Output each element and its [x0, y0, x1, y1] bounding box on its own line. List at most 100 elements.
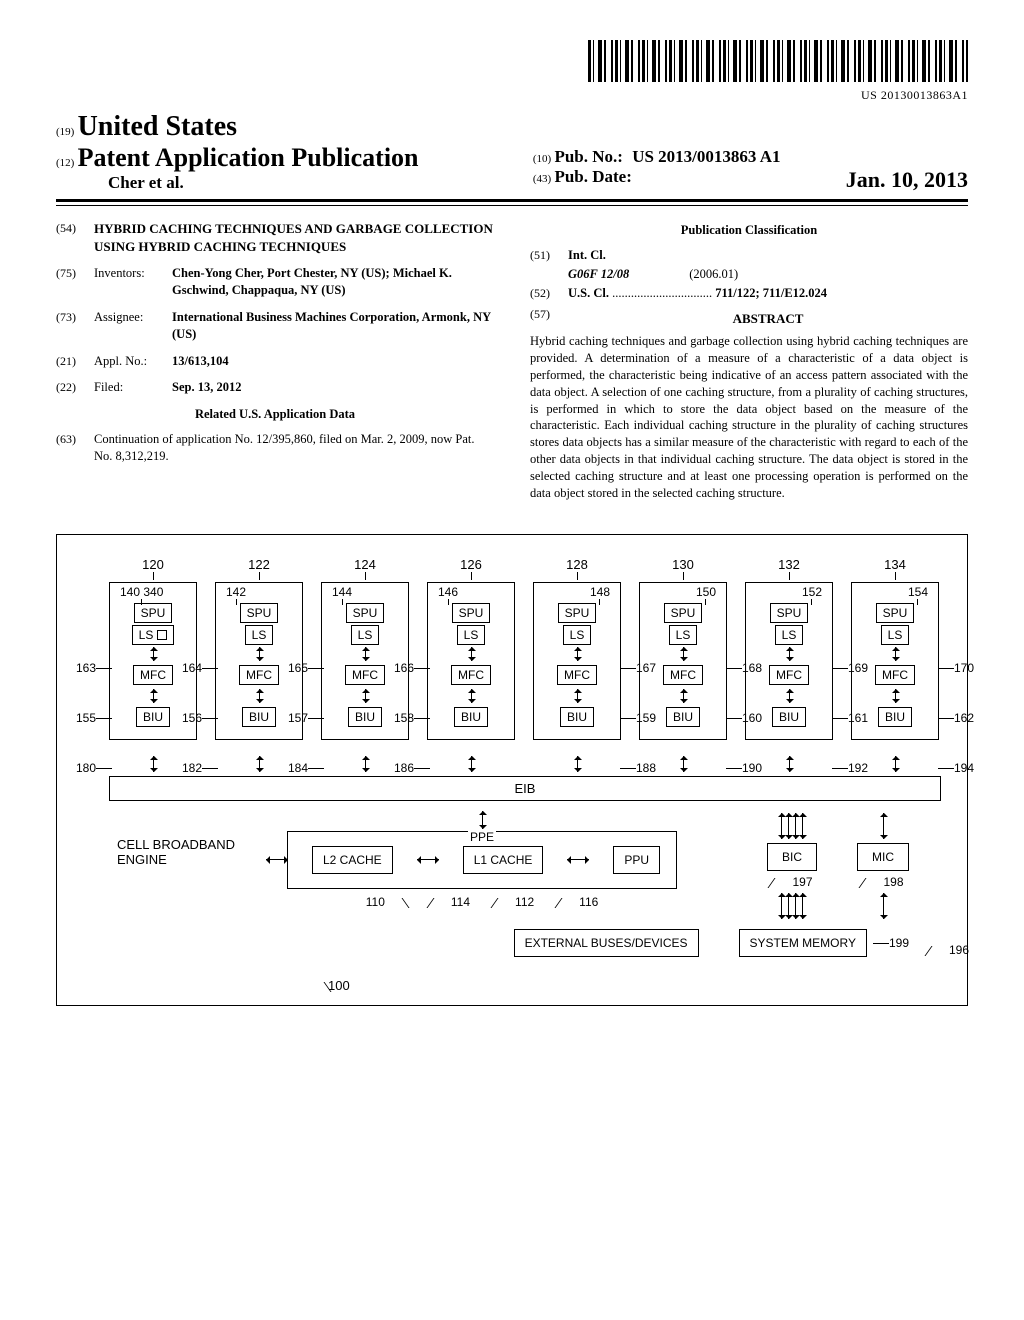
biblio-columns: (54) HYBRID CACHING TECHNIQUES AND GARBA…	[56, 220, 968, 508]
right-column: Publication Classification (51) Int. Cl.…	[530, 220, 968, 508]
applno-code: (21)	[56, 353, 94, 370]
bic-num: 197	[792, 875, 812, 889]
mfc-num: 162	[938, 711, 974, 725]
ppe-label: PPE	[468, 830, 496, 844]
biu-box: BIU	[666, 707, 700, 727]
pubno: US 2013/0013863 A1	[632, 147, 780, 166]
invention-title: HYBRID CACHING TECHNIQUES AND GARBAGE CO…	[94, 220, 494, 255]
biu-num: 186	[394, 761, 430, 775]
inventors-label: Inventors:	[94, 265, 172, 299]
ls-num: 166	[394, 661, 430, 675]
biu-num: 180	[76, 761, 112, 775]
spe-col-num: 134	[851, 557, 939, 580]
l2-cache: L2 CACHE	[312, 846, 393, 874]
cbe-label: CELL BROADBAND ENGINE	[109, 809, 287, 867]
system-memory: SYSTEM MEMORY	[739, 929, 867, 957]
pubno-code: (10)	[533, 153, 551, 165]
spu-box: SPU	[346, 603, 385, 623]
l1-cache: L1 CACHE	[463, 846, 544, 874]
spu-box: SPU	[452, 603, 491, 623]
barcode-block: US 20130013863A1	[56, 40, 968, 103]
mfc-box: MFC	[345, 665, 385, 685]
pub-code: (12)	[56, 157, 74, 169]
filed-code: (22)	[56, 379, 94, 396]
assignee: International Business Machines Corporat…	[172, 310, 491, 341]
publication-title: Patent Application Publication	[78, 143, 419, 172]
biu-num: 194	[938, 761, 974, 775]
ls-num: 165	[288, 661, 324, 675]
ls-num: 163	[76, 661, 112, 675]
title-code: (54)	[56, 220, 94, 255]
spe-col-num: 130	[639, 557, 727, 580]
assignee-code: (73)	[56, 309, 94, 343]
ppe-block: PPE L2 CACHE L1 CACHE PPU	[287, 831, 677, 889]
biu-num: 190	[726, 761, 762, 775]
biu-box: BIU	[348, 707, 382, 727]
filed: Sep. 13, 2012	[172, 380, 241, 394]
mfc-box: MFC	[239, 665, 279, 685]
mfc-num: 156	[182, 711, 218, 725]
l2-num: 114	[451, 895, 470, 909]
ppu: PPU	[613, 846, 660, 874]
mfc-box: MFC	[133, 665, 173, 685]
eib-num: 196	[949, 943, 969, 957]
spe-col-num: 128	[533, 557, 621, 580]
figure: 120122124126128130132134 140 340SPULS 16…	[56, 534, 968, 1006]
ls-num: 170	[938, 661, 974, 675]
left-column: (54) HYBRID CACHING TECHNIQUES AND GARBA…	[56, 220, 494, 508]
spu-box: SPU	[558, 603, 597, 623]
ls-num: 164	[182, 661, 218, 675]
divider	[56, 199, 968, 206]
mfc-num: 155	[76, 711, 112, 725]
spu-box: SPU	[770, 603, 809, 623]
ls-box: LS	[245, 625, 274, 645]
mfc-num: 158	[394, 711, 430, 725]
ppu-num: 116	[579, 895, 598, 909]
uscl-val: 711/122; 711/E12.024	[715, 286, 827, 300]
spu-box: SPU	[240, 603, 279, 623]
applno-label: Appl. No.:	[94, 353, 172, 370]
spu-box: SPU	[664, 603, 703, 623]
l1-num: 112	[515, 895, 534, 909]
uscl-code: (52)	[530, 285, 568, 302]
related-header: Related U.S. Application Data	[56, 406, 494, 423]
country: United States	[78, 111, 237, 142]
filed-label: Filed:	[94, 379, 172, 396]
spe-unit: 148SPULS167MFC159BIU188	[533, 582, 621, 740]
pubdate-label: Pub. Date:	[554, 167, 631, 187]
pubno-label: Pub. No.:	[554, 147, 622, 167]
uscl-label: U.S. Cl.	[568, 286, 609, 300]
ls-box: LS	[132, 625, 175, 645]
spe-col-num: 126	[427, 557, 515, 580]
ppe-num: 110	[366, 895, 385, 909]
continuation: Continuation of application No. 12/395,8…	[94, 431, 494, 465]
intcl-label: Int. Cl.	[568, 247, 606, 264]
inventors-code: (75)	[56, 265, 94, 299]
applno: 13/613,104	[172, 354, 229, 368]
intcl-code: (51)	[530, 247, 568, 264]
spe-col-num: 122	[215, 557, 303, 580]
intcl-date: (2006.01)	[689, 266, 738, 283]
biu-num: 188	[620, 761, 656, 775]
pubdate: Jan. 10, 2013	[846, 167, 968, 193]
spe-col-num: 132	[745, 557, 833, 580]
abstract-code: (57)	[530, 306, 568, 332]
mfc-box: MFC	[875, 665, 915, 685]
biu-num: 192	[832, 761, 868, 775]
ls-box: LS	[563, 625, 592, 645]
uscl-dots: ................................	[612, 286, 712, 300]
biu-box: BIU	[560, 707, 594, 727]
biu-box: BIU	[878, 707, 912, 727]
barcode	[588, 40, 968, 82]
continuation-code: (63)	[56, 431, 94, 465]
mfc-box: MFC	[451, 665, 491, 685]
ls-box: LS	[457, 625, 486, 645]
pubdate-code: (43)	[533, 173, 551, 185]
spe-unit: 152SPULS169MFC161BIU192	[745, 582, 833, 740]
biu-box: BIU	[136, 707, 170, 727]
mem-num: 199	[889, 936, 909, 950]
mfc-box: MFC	[769, 665, 809, 685]
biu-num: 182	[182, 761, 218, 775]
biu-num: 184	[288, 761, 324, 775]
bic: BIC	[767, 843, 817, 871]
